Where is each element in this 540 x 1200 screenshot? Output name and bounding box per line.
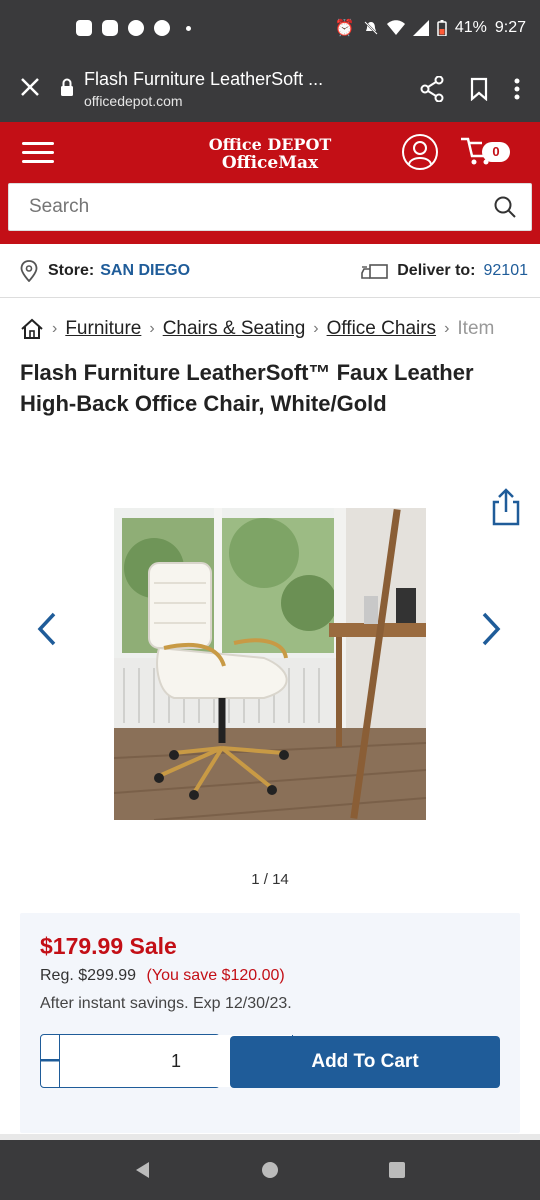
page-title: Flash Furniture LeatherSoft ... [84,69,324,89]
browser-toolbar: Flash Furniture LeatherSoft ... officede… [0,56,540,122]
breadcrumb-separator: › [149,320,155,337]
battery-icon [437,20,447,36]
quantity-stepper [40,1034,311,1088]
browser-actions [420,76,540,102]
location-pin-icon [20,259,38,282]
notification-icons [76,20,191,36]
regular-price-row: Reg. $299.99 (You save $120.00) [40,967,285,985]
battery-percent: 41% [454,19,487,36]
store-delivery-bar: Store: SAN DIEGO Deliver to: 92101 [0,244,540,298]
site-logo[interactable]: Office DEPOT OfficeMax [200,135,340,173]
add-to-cart-button[interactable]: Add To Cart [230,1036,500,1088]
product-image[interactable] [114,508,426,820]
breadcrumb-separator: › [52,320,58,337]
breadcrumb-separator: › [313,320,319,337]
facebook-icon [154,20,170,36]
close-icon [21,78,39,96]
home-icon[interactable] [20,318,44,340]
site-header: Office DEPOT OfficeMax 0 [0,122,540,244]
breadcrumb-office-chairs[interactable]: Office Chairs [327,318,436,340]
clock: 9:27 [494,19,526,36]
carousel-prev-icon[interactable] [34,610,60,648]
url-bar[interactable]: Flash Furniture LeatherSoft ... officede… [78,69,420,109]
account-icon[interactable] [402,134,438,170]
breadcrumb-current: Item [457,318,495,339]
close-tab-button[interactable] [0,73,60,105]
deliver-to[interactable]: Deliver to: 92101 [361,261,528,281]
store-name-link[interactable]: SAN DIEGO [100,262,190,280]
regular-price: Reg. $299.99 [40,967,137,984]
carousel-next-icon[interactable] [478,610,504,648]
bookmark-icon[interactable] [470,77,488,101]
share-product-icon[interactable] [490,488,522,526]
deliver-zip-link[interactable]: 92101 [484,262,529,280]
product-title: Flash Furniture LeatherSoft™ Faux Leathe… [20,360,474,416]
home-button-icon[interactable] [260,1160,280,1180]
more-menu-icon[interactable] [514,78,520,100]
system-nav-bar [0,1140,540,1200]
savings-note: After instant savings. Exp 12/30/23. [40,995,292,1012]
recents-icon[interactable] [387,1160,407,1180]
wifi-icon [386,20,405,35]
you-save: (You save $120.00) [146,967,285,984]
logo-line2: OfficeMax [221,153,319,173]
breadcrumb-chairs-seating[interactable]: Chairs & Seating [163,318,306,340]
hamburger-icon [22,142,54,145]
instagram-icon [102,20,118,36]
sale-price: $179.99 Sale [40,933,177,959]
minus-icon [41,1059,59,1062]
image-counter: 1 / 14 [251,871,289,888]
breadcrumb: › Furniture › Chairs & Seating › Office … [20,318,540,340]
menu-button[interactable] [22,142,54,169]
deliver-label: Deliver to: [397,261,476,279]
status-bar: ⏰ 41% 9:27 [0,0,540,56]
search-bar[interactable] [8,183,532,231]
search-icon[interactable] [493,195,517,219]
breadcrumb-separator: › [444,320,450,337]
delivery-truck-icon [361,263,389,279]
store-label: Store: [48,261,95,279]
system-indicators: ⏰ 41% 9:27 [335,18,526,38]
share-icon[interactable] [420,76,444,102]
more-notifications-icon [186,25,191,31]
breadcrumb-furniture[interactable]: Furniture [65,318,141,340]
messenger-icon [128,20,144,36]
search-input[interactable] [29,196,493,218]
page-domain: officedepot.com [84,93,183,109]
signal-icon [412,20,429,36]
logo-line1: Office DEPOT [208,135,332,154]
cart-count-badge: 0 [482,142,510,162]
alarm-icon: ⏰ [334,20,355,37]
lock-icon [60,78,78,101]
back-icon[interactable] [133,1160,153,1180]
purchase-panel: $179.99 Sale Reg. $299.99 (You save $120… [20,913,520,1133]
mute-icon [364,21,378,35]
decrease-quantity-button[interactable] [41,1035,59,1087]
news-icon [76,20,92,36]
